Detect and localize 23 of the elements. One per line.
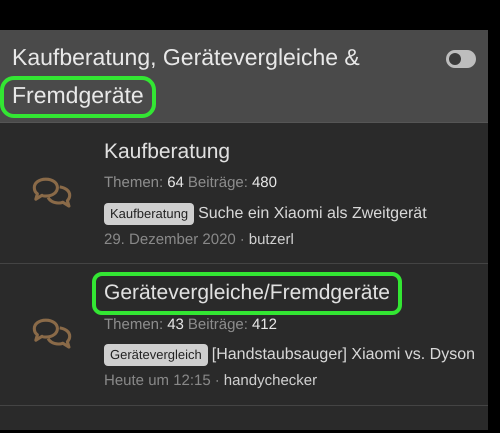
stat-value: 43 [167, 314, 184, 334]
author-link[interactable]: butzerl [248, 228, 294, 252]
thread-prefix-tag: Kaufberatung [104, 203, 194, 224]
post-date: Heute um 12:15 [104, 371, 211, 391]
toggle-switch[interactable] [446, 50, 476, 68]
category-title: Kaufberatung, Gerätevergleiche & [11, 43, 361, 72]
thread-link[interactable]: Suche ein Xiaomi als Zweitgerät [198, 202, 427, 226]
separator: · [214, 371, 220, 391]
thread-link[interactable]: [Handstaubsauger] Xiaomi vs. Dyson [212, 343, 476, 367]
post-date: 29. Dezember 2020 [104, 230, 236, 250]
category-title: Fremdgeräte [0, 76, 156, 118]
stat-value: 412 [252, 314, 277, 334]
forum-title[interactable]: Gerätevergleiche/Fremdgeräte [92, 272, 402, 314]
separator: · [240, 230, 245, 250]
forum-title[interactable]: Kaufberatung [92, 131, 242, 174]
stat-label: Beiträge: [188, 314, 248, 334]
thread-prefix-tag: Gerätevergleich [104, 344, 208, 366]
stat-label: Themen: [104, 173, 164, 194]
stat-value: 64 [167, 173, 184, 194]
stat-label: Themen: [104, 314, 164, 334]
stat-value: 480 [252, 173, 277, 194]
stat-label: Beiträge: [188, 173, 248, 194]
author-link[interactable]: handychecker [224, 370, 318, 392]
